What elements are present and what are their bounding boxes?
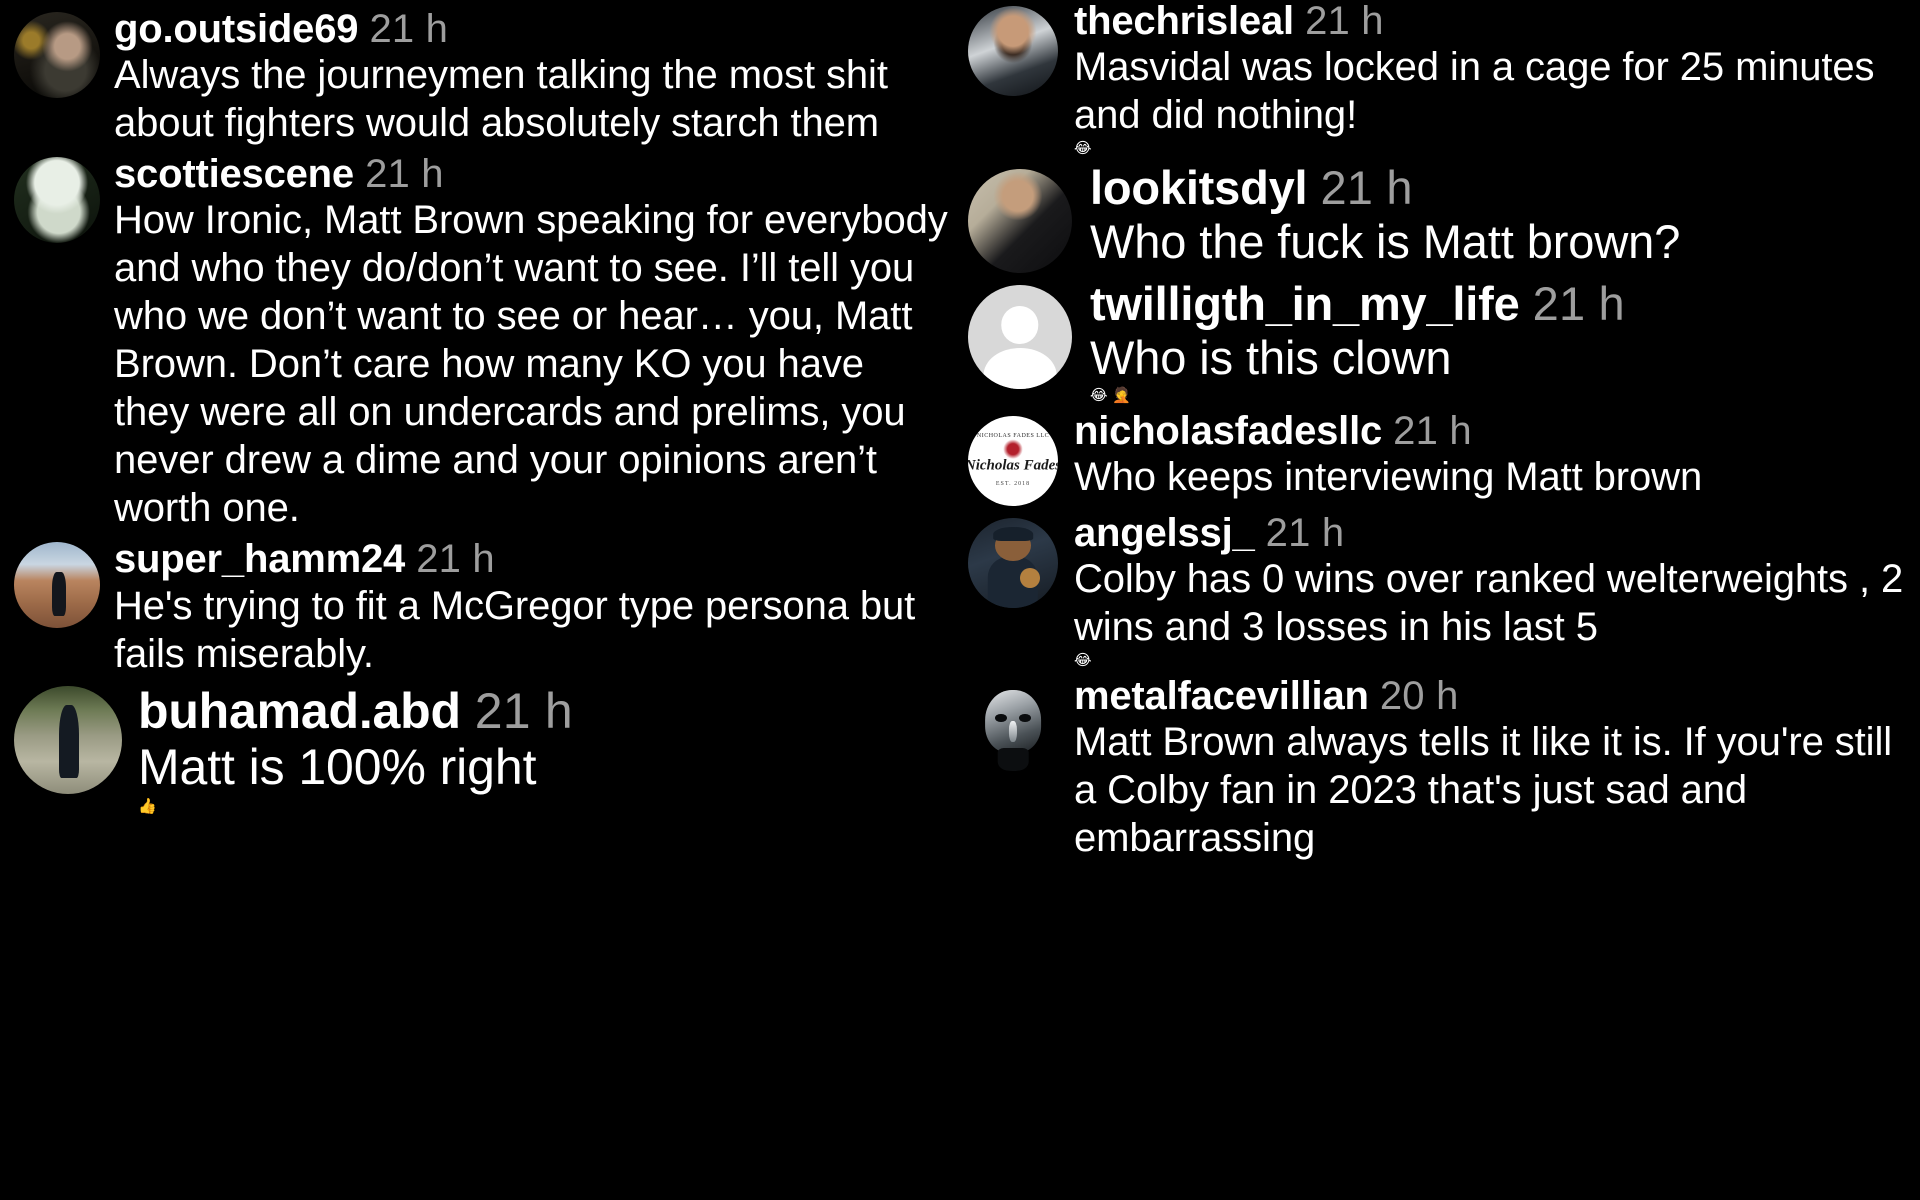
comment-text: Who is this clown	[1090, 331, 1452, 385]
username[interactable]: super_hamm24	[114, 537, 405, 581]
comment-item[interactable]: lookitsdyl 21 h Who the fuck is Matt bro…	[968, 163, 1910, 274]
username[interactable]: lookitsdyl	[1090, 161, 1308, 214]
avatar-image	[968, 6, 1058, 96]
timestamp: 21 h	[416, 537, 495, 582]
comment-thread-screenshot: go.outside69 21 h Always the journeymen …	[0, 0, 1920, 1200]
comment-item[interactable]: metalfacevillian 20 h Matt Brown always …	[968, 675, 1910, 862]
comment-text: How Ironic, Matt Brown speaking for ever…	[114, 198, 948, 531]
joy-facepalm-emoji: 😂 🤦	[1090, 385, 1132, 404]
logo-arc-text: NICHOLAS FADES LLC	[976, 432, 1050, 439]
comment-body: metalfacevillian 20 h Matt Brown always …	[1074, 675, 1910, 862]
comment-text: Masvidal was locked in a cage for 25 min…	[1074, 45, 1875, 138]
timestamp: 21 h	[1305, 0, 1384, 43]
comment-body: lookitsdyl 21 h Who the fuck is Matt bro…	[1090, 163, 1910, 269]
right-comment-column: thechrisleal 21 h Masvidal was locked in…	[966, 0, 1920, 1200]
avatar[interactable]	[968, 285, 1072, 390]
joy-emoji: 😂	[1074, 139, 1092, 158]
comment-body: angelssj_ 21 h Colby has 0 wins over ran…	[1074, 510, 1910, 670]
username[interactable]: twilligth_in_my_life	[1090, 277, 1520, 330]
comment-body: nicholasfadesllc 21 h Who keeps intervie…	[1074, 408, 1910, 501]
timestamp: 20 h	[1379, 674, 1459, 719]
timestamp: 21 h	[1265, 510, 1345, 555]
comment-meta: buhamad.abd 21 h	[138, 684, 950, 738]
comment-item[interactable]: NICHOLAS FADES LLC Nicholas Fades EST. 2…	[968, 408, 1910, 506]
username[interactable]: scottiescene	[114, 152, 354, 196]
logo-script-text: Nicholas Fades	[968, 457, 1058, 474]
comment-item[interactable]: scottiescene 21 h How Ironic, Matt Brown…	[14, 151, 950, 532]
avatar-image	[14, 12, 100, 98]
comment-item[interactable]: thechrisleal 21 h Masvidal was locked in…	[968, 0, 1910, 157]
comment-item[interactable]: twilligth_in_my_life 21 h Who is this cl…	[968, 279, 1910, 404]
comment-body: scottiescene 21 h How Ironic, Matt Brown…	[114, 151, 950, 532]
avatar-image	[968, 518, 1058, 608]
username[interactable]: angelssj_	[1074, 511, 1255, 555]
comment-text: He's trying to fit a McGregor type perso…	[114, 583, 916, 676]
avatar[interactable]	[968, 517, 1058, 608]
avatar[interactable]	[968, 169, 1072, 274]
comment-text: Who the fuck is Matt brown?	[1090, 215, 1681, 269]
timestamp: 21 h	[1532, 277, 1625, 331]
comment-meta: angelssj_ 21 h	[1074, 510, 1910, 555]
logo-sub-text: EST. 2018	[995, 481, 1031, 488]
timestamp: 21 h	[365, 152, 444, 197]
comment-item[interactable]: go.outside69 21 h Always the journeymen …	[14, 6, 950, 147]
thumbs-up-emoji: 👍	[138, 796, 157, 815]
avatar-image	[14, 686, 122, 794]
avatar[interactable]	[14, 685, 122, 794]
username[interactable]: go.outside69	[114, 7, 359, 51]
comment-text: Matt is 100% right	[138, 738, 537, 795]
comment-text: Who keeps interviewing Matt brown	[1074, 454, 1703, 499]
avatar[interactable]	[14, 542, 100, 629]
comment-meta: thechrisleal 21 h	[1074, 0, 1910, 43]
comment-text: Colby has 0 wins over ranked welterweigh…	[1074, 556, 1904, 649]
avatar-image	[14, 157, 100, 243]
comment-meta: go.outside69 21 h	[114, 7, 950, 51]
comment-meta: scottiescene 21 h	[114, 153, 950, 196]
avatar[interactable]	[14, 157, 100, 244]
left-comment-column: go.outside69 21 h Always the journeymen …	[0, 0, 966, 1200]
comment-text: Always the journeymen talking the most s…	[114, 53, 888, 146]
username[interactable]: nicholasfadesllc	[1074, 409, 1382, 453]
comment-item[interactable]: buhamad.abd 21 h Matt is 100% right 👍	[14, 682, 950, 815]
comment-item[interactable]: angelssj_ 21 h Colby has 0 wins over ran…	[968, 510, 1910, 670]
timestamp: 21 h	[1320, 161, 1413, 215]
username[interactable]: metalfacevillian	[1074, 674, 1369, 718]
avatar[interactable]	[14, 12, 100, 98]
avatar[interactable]: NICHOLAS FADES LLC Nicholas Fades EST. 2…	[968, 415, 1058, 506]
comment-meta: nicholasfadesllc 21 h	[1074, 408, 1910, 453]
comment-item[interactable]: super_hamm24 21 h He's trying to fit a M…	[14, 536, 950, 677]
timestamp: 21 h	[474, 682, 573, 739]
comment-body: go.outside69 21 h Always the journeymen …	[114, 6, 950, 147]
timestamp: 21 h	[369, 7, 449, 51]
default-profile-icon	[968, 285, 1072, 390]
username[interactable]: buhamad.abd	[138, 683, 461, 739]
comment-meta: metalfacevillian 20 h	[1074, 675, 1910, 718]
avatar[interactable]	[968, 681, 1058, 772]
comment-body: super_hamm24 21 h He's trying to fit a M…	[114, 536, 950, 677]
comment-meta: twilligth_in_my_life 21 h	[1090, 279, 1910, 330]
avatar-image	[14, 542, 100, 628]
avatar[interactable]	[968, 6, 1058, 96]
avatar-image: NICHOLAS FADES LLC Nicholas Fades EST. 2…	[968, 416, 1058, 506]
comment-body: buhamad.abd 21 h Matt is 100% right 👍	[138, 682, 950, 815]
comment-body: twilligth_in_my_life 21 h Who is this cl…	[1090, 279, 1910, 404]
comment-text: Matt Brown always tells it like it is. I…	[1074, 720, 1893, 861]
username[interactable]: thechrisleal	[1074, 0, 1294, 43]
comment-body: thechrisleal 21 h Masvidal was locked in…	[1074, 0, 1910, 157]
comment-meta: super_hamm24 21 h	[114, 538, 950, 581]
avatar-image	[968, 681, 1058, 772]
avatar-image	[968, 169, 1072, 273]
joy-emoji: 😂	[1074, 651, 1092, 670]
timestamp: 21 h	[1393, 408, 1472, 453]
comment-meta: lookitsdyl 21 h	[1090, 163, 1910, 214]
